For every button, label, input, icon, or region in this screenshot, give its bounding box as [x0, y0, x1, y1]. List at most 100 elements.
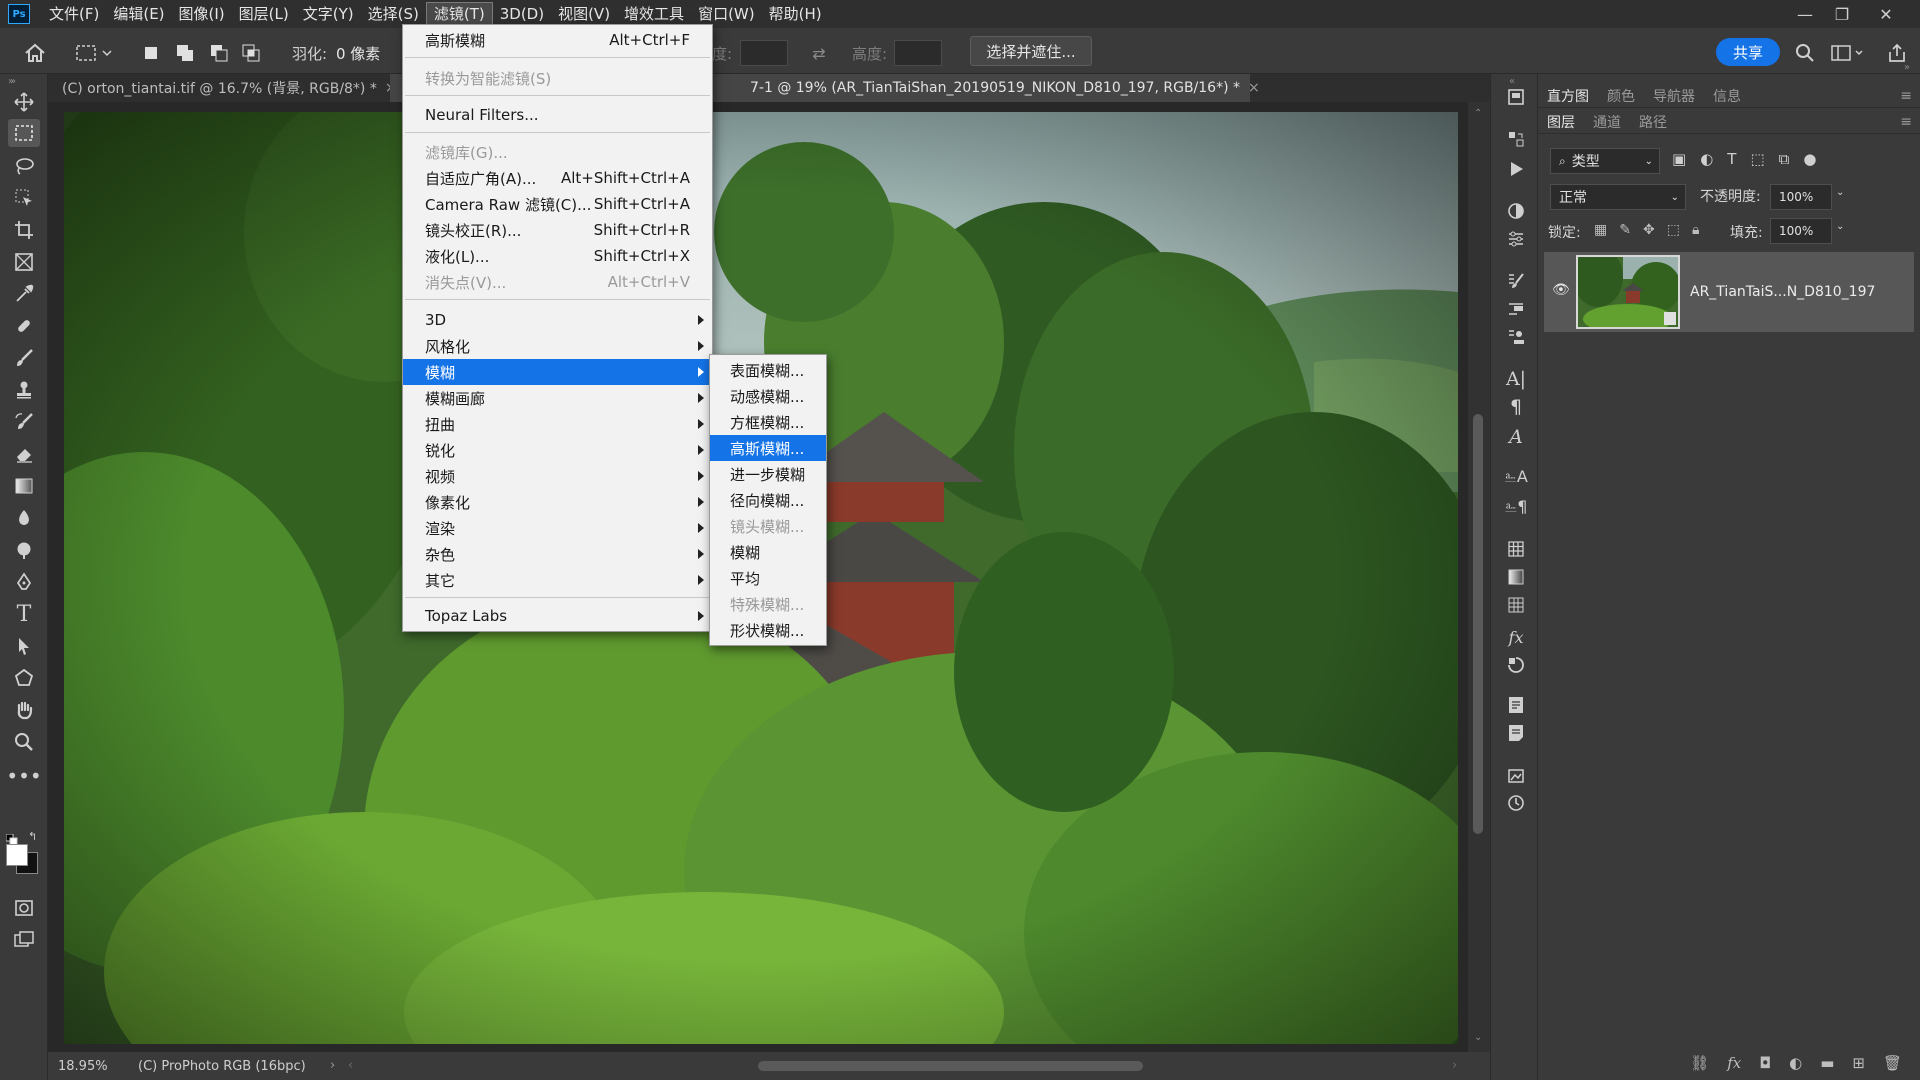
- workspace-icon[interactable]: [1828, 40, 1868, 66]
- default-colors-icon[interactable]: [5, 832, 20, 846]
- height-input[interactable]: [894, 40, 942, 66]
- menu-item-last-filter[interactable]: 高斯模糊 Alt+Ctrl+F: [403, 27, 712, 53]
- type-filter-icon[interactable]: T: [1727, 150, 1736, 168]
- gradients-icon[interactable]: [1503, 564, 1529, 590]
- eye-visibility-icon[interactable]: 👁︎: [1552, 282, 1570, 298]
- lock-artboard-icon[interactable]: ⬚: [1667, 222, 1680, 238]
- submenu-item-lens-blur[interactable]: 镜头模糊...: [710, 513, 826, 539]
- menu-type[interactable]: 文字(Y): [296, 2, 361, 26]
- menu-item-noise[interactable]: 杂色: [403, 541, 712, 567]
- menu-select[interactable]: 选择(S): [361, 2, 426, 26]
- rectangular-marquee-icon[interactable]: [8, 119, 40, 147]
- submenu-item-blur-more[interactable]: 进一步模糊: [710, 461, 826, 487]
- tab-info[interactable]: 信息: [1704, 86, 1750, 106]
- opacity-chevron-icon[interactable]: ⌄: [1836, 187, 1844, 198]
- minimize-button[interactable]: —: [1785, 0, 1825, 28]
- horizontal-scroll-thumb[interactable]: [758, 1061, 1143, 1071]
- properties-icon[interactable]: [1503, 226, 1529, 252]
- feather-input[interactable]: 0 像素: [336, 40, 380, 66]
- comments-icon[interactable]: [1503, 720, 1529, 746]
- glyphs-icon[interactable]: A: [1503, 424, 1529, 450]
- blend-mode-select[interactable]: 正常 ⌄: [1550, 184, 1686, 210]
- menu-plugins[interactable]: 增效工具: [617, 2, 691, 26]
- history-states-icon[interactable]: [1503, 126, 1529, 152]
- adjustments-icon[interactable]: [1503, 198, 1529, 224]
- dodge-tool-icon[interactable]: [8, 536, 40, 564]
- close-window-button[interactable]: ✕: [1866, 0, 1906, 28]
- menu-item-video[interactable]: 视频: [403, 463, 712, 489]
- menu-edit[interactable]: 编辑(E): [106, 2, 171, 26]
- menu-help[interactable]: 帮助(H): [762, 2, 829, 26]
- delete-layer-icon[interactable]: 🗑︎: [1883, 1054, 1902, 1072]
- hand-tool-icon[interactable]: [8, 696, 40, 724]
- new-layer-icon[interactable]: ⊞: [1852, 1054, 1865, 1072]
- brush-settings-icon[interactable]: [1503, 268, 1529, 294]
- search-icon[interactable]: [1792, 40, 1818, 66]
- menu-item-pixelate[interactable]: 像素化: [403, 489, 712, 515]
- menu-item-blur[interactable]: 模糊: [403, 359, 712, 385]
- menu-item-lens-correction[interactable]: 镜头校正(R)... Shift+Ctrl+R: [403, 217, 712, 243]
- clone-stamp-icon[interactable]: [8, 376, 40, 404]
- new-group-icon[interactable]: ▬: [1820, 1054, 1834, 1072]
- submenu-item-surface-blur[interactable]: 表面模糊...: [710, 357, 826, 383]
- add-selection-icon[interactable]: [174, 42, 196, 64]
- type-tool-icon[interactable]: T: [8, 600, 40, 628]
- submenu-item-smart-blur[interactable]: 特殊模糊...: [710, 591, 826, 617]
- marquee-preset-icon[interactable]: [72, 40, 118, 66]
- menu-item-render[interactable]: 渲染: [403, 515, 712, 541]
- layer-style-fx-icon[interactable]: fx: [1727, 1054, 1741, 1072]
- fill-input[interactable]: 100%: [1770, 218, 1832, 244]
- menu-item-camera-raw[interactable]: Camera Raw 滤镜(C)... Shift+Ctrl+A: [403, 191, 712, 217]
- character-styles-icon[interactable]: ⎁A: [1503, 464, 1529, 490]
- subtract-selection-icon[interactable]: [208, 42, 230, 64]
- submenu-item-blur[interactable]: 模糊: [710, 539, 826, 565]
- zoom-level[interactable]: 18.95%: [58, 1059, 108, 1074]
- shape-tool-icon[interactable]: [8, 664, 40, 692]
- menu-item-filter-gallery[interactable]: 滤镜库(G)...: [403, 139, 712, 165]
- pixel-filter-icon[interactable]: ▣: [1672, 150, 1686, 168]
- menu-view[interactable]: 视图(V): [551, 2, 617, 26]
- lock-transparency-icon[interactable]: ▦: [1594, 222, 1607, 238]
- layer-row[interactable]: 👁︎ AR_TianTaiS...N_D810_197: [1544, 252, 1914, 332]
- add-mask-icon[interactable]: ◘: [1759, 1054, 1771, 1072]
- swap-icon[interactable]: ⇄: [806, 40, 832, 66]
- vertical-scrollbar[interactable]: ⌃ ⌄: [1468, 102, 1490, 1052]
- history-icon[interactable]: [1503, 790, 1529, 816]
- restore-button[interactable]: ❐: [1822, 0, 1862, 28]
- select-and-mask-button[interactable]: 选择并遮住...: [970, 36, 1092, 66]
- submenu-item-shape-blur[interactable]: 形状模糊...: [710, 617, 826, 643]
- tab-channels[interactable]: 通道: [1584, 112, 1630, 132]
- tab-navigator[interactable]: 导航器: [1644, 86, 1704, 106]
- move-tool-icon[interactable]: [8, 88, 40, 116]
- scroll-right-icon[interactable]: ›: [1452, 1058, 1457, 1073]
- clone-source-icon[interactable]: [1503, 324, 1529, 350]
- smart-object-filter-icon[interactable]: ⧉: [1779, 150, 1790, 168]
- lock-position-icon[interactable]: ✥: [1643, 222, 1655, 238]
- foreground-color-swatch[interactable]: [6, 844, 28, 866]
- history-brush-icon[interactable]: [8, 408, 40, 436]
- panel-menu-icon[interactable]: ≡: [1900, 88, 1912, 104]
- swap-colors-icon[interactable]: ↰: [28, 830, 37, 843]
- submenu-item-radial-blur[interactable]: 径向模糊...: [710, 487, 826, 513]
- shape-filter-icon[interactable]: ⬚: [1750, 150, 1764, 168]
- vertical-scroll-thumb[interactable]: [1473, 414, 1483, 834]
- healing-brush-icon[interactable]: [8, 312, 40, 340]
- tab-histogram[interactable]: 直方图: [1538, 86, 1598, 106]
- eyedropper-icon[interactable]: [8, 280, 40, 308]
- fill-chevron-icon[interactable]: ⌄: [1836, 221, 1844, 232]
- screen-mode-icon[interactable]: [8, 926, 40, 954]
- menu-item-distort[interactable]: 扭曲: [403, 411, 712, 437]
- tab-close-icon[interactable]: ×: [1248, 80, 1260, 96]
- menu-image[interactable]: 图像(I): [172, 2, 232, 26]
- brush-tool-icon[interactable]: [8, 344, 40, 372]
- share-button[interactable]: 共享: [1716, 38, 1780, 66]
- libraries-icon[interactable]: [1503, 84, 1529, 110]
- paragraph-panel-icon[interactable]: ¶: [1503, 394, 1529, 420]
- actions-play-icon[interactable]: [1503, 156, 1529, 182]
- tab-color[interactable]: 颜色: [1598, 86, 1644, 106]
- menu-item-other[interactable]: 其它: [403, 567, 712, 593]
- menu-item-sharpen[interactable]: 锐化: [403, 437, 712, 463]
- submenu-item-average[interactable]: 平均: [710, 565, 826, 591]
- intersect-selection-icon[interactable]: [240, 42, 262, 64]
- menu-item-liquify[interactable]: 液化(L)... Shift+Ctrl+X: [403, 243, 712, 269]
